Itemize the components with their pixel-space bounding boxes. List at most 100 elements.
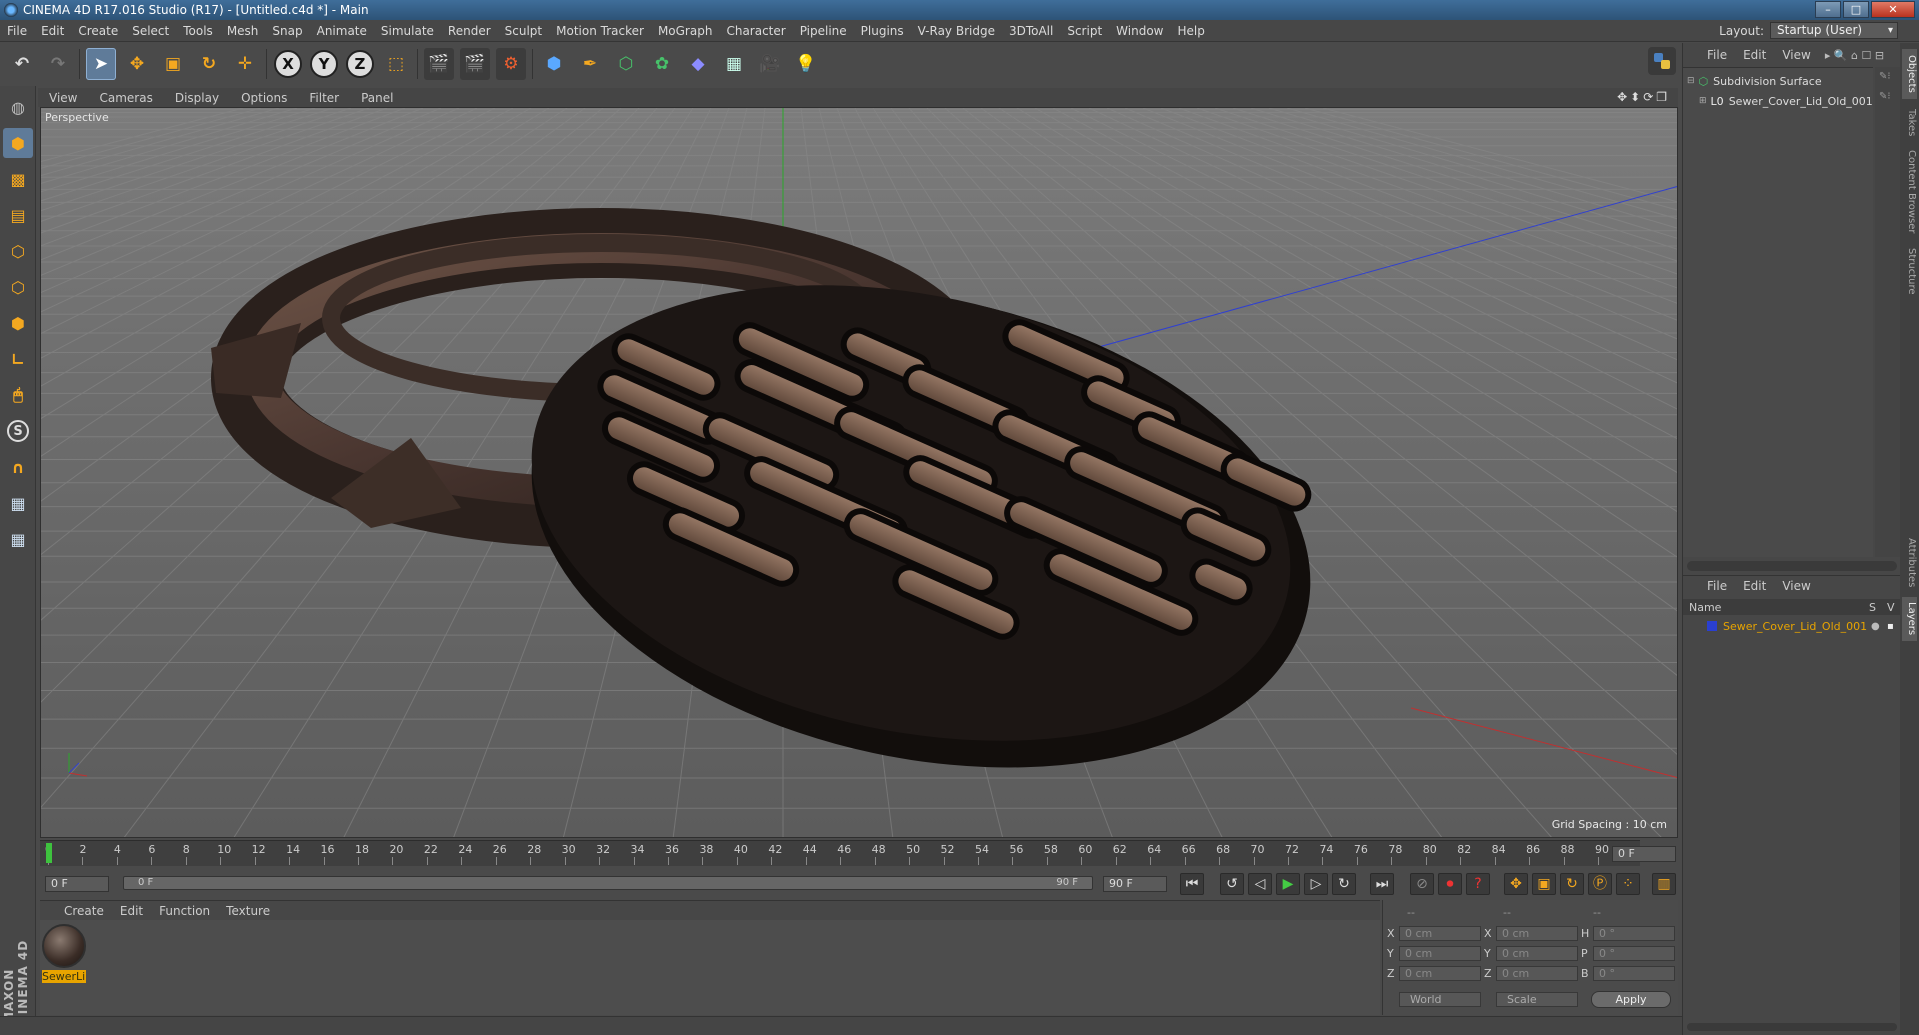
visibility-toggle-icon[interactable]: ✎⁝ [1879, 71, 1891, 82]
objects-toolbar-icons[interactable]: ▸ 🔍 ⌂ ☐ ⊟ [1825, 49, 1884, 62]
pos-x-field[interactable]: 0 cm [1399, 926, 1481, 941]
menu-motion-tracker[interactable]: Motion Tracker [549, 24, 651, 38]
go-to-start-icon[interactable]: ⏮ [1180, 873, 1204, 895]
menu-plugins[interactable]: Plugins [854, 24, 911, 38]
redo-icon[interactable]: ↷ [43, 48, 73, 80]
timeline-window-icon[interactable]: ▥ [1652, 873, 1676, 895]
layout-dropdown[interactable]: Startup (User) [1770, 22, 1898, 39]
pos-z-field[interactable]: 0 cm [1399, 966, 1481, 981]
viewport-navigation-icons[interactable]: ✥⬍⟳❐ [1617, 90, 1670, 104]
rot-h-field[interactable]: 0 ° [1593, 926, 1675, 941]
edges-mode-icon[interactable]: ⬡ [3, 272, 33, 302]
layers-menu-edit[interactable]: Edit [1735, 579, 1774, 593]
workplane-grid-icon[interactable]: ▦ [3, 524, 33, 554]
menu-window[interactable]: Window [1109, 24, 1170, 38]
cube-primitive-icon[interactable]: ⬢ [539, 48, 569, 80]
keyframe-selection-icon[interactable]: ? [1466, 873, 1490, 895]
record-keys-icon[interactable]: ⊘ [1410, 873, 1434, 895]
objects-menu-edit[interactable]: Edit [1735, 48, 1774, 62]
rot-b-field[interactable]: 0 ° [1593, 966, 1675, 981]
pos-y-field[interactable]: 0 cm [1399, 946, 1481, 961]
python-icon[interactable] [1648, 47, 1676, 75]
menu-sculpt[interactable]: Sculpt [498, 24, 549, 38]
coordinate-system-icon[interactable]: ⬚ [381, 48, 411, 80]
mograph-cloner-icon[interactable]: ✿ [647, 48, 677, 80]
perspective-viewport[interactable]: Perspective Grid Spacing : 10 cm [40, 107, 1678, 838]
layer-solo-dot[interactable]: ● [1871, 621, 1880, 632]
layers-menu-view[interactable]: View [1774, 579, 1818, 593]
menu-character[interactable]: Character [719, 24, 792, 38]
layer-color-swatch[interactable] [1707, 621, 1717, 631]
material-menu-texture[interactable]: Texture [218, 904, 278, 918]
points-mode-icon[interactable]: ⬡ [3, 236, 33, 266]
x-axis-lock-button[interactable]: X [273, 48, 303, 80]
solo-mode-icon[interactable]: S [3, 416, 33, 446]
key-parameter-icon[interactable]: Ⓟ [1588, 873, 1612, 895]
material-menu-function[interactable]: Function [151, 904, 218, 918]
menu-help[interactable]: Help [1170, 24, 1211, 38]
menu-script[interactable]: Script [1060, 24, 1109, 38]
menu-3dtoall[interactable]: 3DToAll [1002, 24, 1060, 38]
end-frame-field[interactable]: 90 F [1103, 876, 1167, 892]
texture-mode-icon[interactable]: ▩ [3, 164, 33, 194]
menu-select[interactable]: Select [125, 24, 176, 38]
transform-mode-dropdown[interactable]: Scale [1496, 992, 1578, 1007]
size-y-field[interactable]: 0 cm [1496, 946, 1578, 961]
axis-mode-icon[interactable]: ∟ [3, 344, 33, 374]
go-to-end-icon[interactable]: ⏭ [1370, 873, 1394, 895]
menu-file[interactable]: File [0, 24, 34, 38]
menu-animate[interactable]: Animate [310, 24, 374, 38]
playhead[interactable] [46, 843, 52, 863]
timeline-ruler[interactable]: 0246810121416182022242628303234363840424… [40, 840, 1640, 866]
y-axis-lock-button[interactable]: Y [309, 48, 339, 80]
key-pla-icon[interactable]: ⁘ [1616, 873, 1640, 895]
tab-takes[interactable]: Takes [1902, 103, 1917, 143]
layer-row[interactable]: Sewer_Cover_Lid_Old_001 ● ▪ [1683, 617, 1901, 635]
move-icon[interactable]: ✥ [122, 48, 152, 80]
rot-p-field[interactable]: 0 ° [1593, 946, 1675, 961]
viewport-menu-options[interactable]: Options [230, 91, 298, 105]
viewport-menu-view[interactable]: View [38, 91, 88, 105]
key-scale-icon[interactable]: ▣ [1532, 873, 1556, 895]
menu-vray-bridge[interactable]: V-Ray Bridge [911, 24, 1002, 38]
menu-edit[interactable]: Edit [34, 24, 71, 38]
objects-menu-file[interactable]: File [1683, 48, 1735, 62]
visibility-toggle-icon[interactable]: ✎⁝ [1879, 91, 1891, 102]
previous-frame-icon[interactable]: ◁ [1248, 873, 1272, 895]
close-button[interactable]: ✕ [1871, 1, 1915, 18]
floor-icon[interactable]: ▦ [719, 48, 749, 80]
menu-mograph[interactable]: MoGraph [651, 24, 720, 38]
menu-mesh[interactable]: Mesh [220, 24, 266, 38]
menu-create[interactable]: Create [71, 24, 125, 38]
workplane-lock-icon[interactable]: ▦ [3, 488, 33, 518]
start-frame-field[interactable]: 0 F [45, 876, 109, 892]
menu-simulate[interactable]: Simulate [374, 24, 441, 38]
transform-icon[interactable]: ✛ [230, 48, 260, 80]
tab-layers[interactable]: Layers [1902, 597, 1917, 641]
tab-content-browser[interactable]: Content Browser [1902, 147, 1917, 237]
render-view-icon[interactable]: 🎬 [424, 48, 454, 80]
maximize-button[interactable]: □ [1843, 1, 1869, 18]
camera-icon[interactable]: 🎥 [755, 48, 785, 80]
object-row-sewer-cover[interactable]: ⊞ L0 Sewer_Cover_Lid_Old_001 [1683, 92, 1873, 110]
light-icon[interactable]: 💡 [791, 48, 821, 80]
tab-structure[interactable]: Structure [1902, 241, 1917, 301]
make-editable-icon[interactable]: ◍ [3, 92, 33, 122]
next-key-icon[interactable]: ↻ [1332, 873, 1356, 895]
play-icon[interactable]: ▶ [1276, 873, 1300, 895]
material-menu-edit[interactable]: Edit [112, 904, 151, 918]
rotate-icon[interactable]: ↻ [194, 48, 224, 80]
viewport-menu-panel[interactable]: Panel [350, 91, 404, 105]
key-position-icon[interactable]: ✥ [1504, 873, 1528, 895]
object-list-scrollbar[interactable] [1687, 561, 1897, 571]
size-x-field[interactable]: 0 cm [1496, 926, 1578, 941]
scale-icon[interactable]: ▣ [158, 48, 188, 80]
subdivision-surface-icon[interactable]: ⬡ [611, 48, 641, 80]
workplane-mode-icon[interactable]: ▤ [3, 200, 33, 230]
current-frame-field[interactable]: 0 F [1612, 846, 1676, 862]
pen-spline-icon[interactable]: ✒ [575, 48, 605, 80]
minimize-button[interactable]: – [1815, 1, 1841, 18]
object-row-subdivision-surface[interactable]: ⊟ ⬡ Subdivision Surface [1683, 72, 1873, 90]
next-frame-icon[interactable]: ▷ [1304, 873, 1328, 895]
tweak-mode-icon[interactable]: 🖱 [3, 380, 33, 410]
